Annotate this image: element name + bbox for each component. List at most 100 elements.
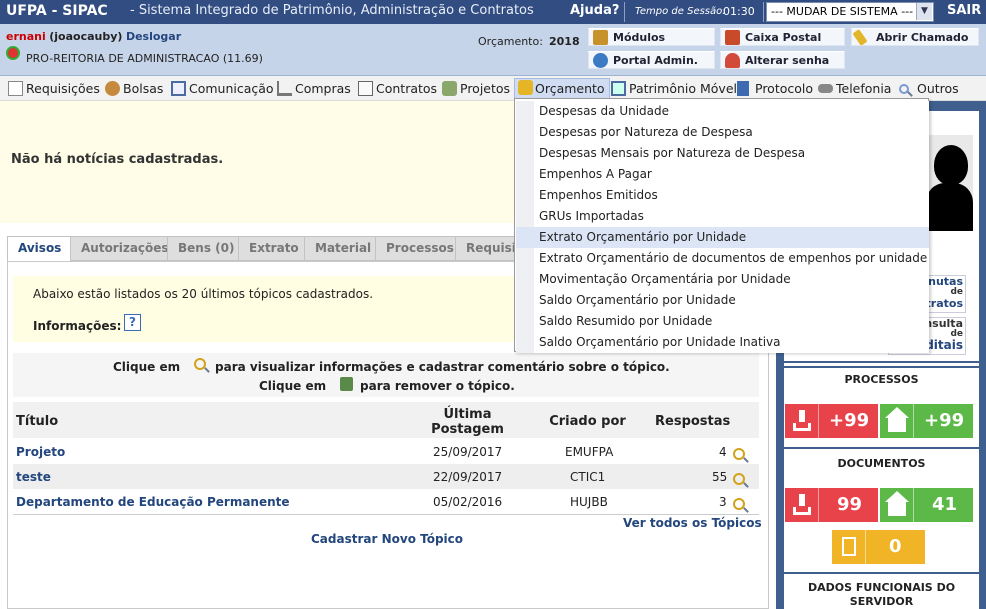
logout-button[interactable]: SAIR xyxy=(947,3,981,18)
new-topic-link[interactable]: Cadastrar Novo Tópico xyxy=(311,532,463,546)
contract-icon xyxy=(358,81,373,96)
dados-title-line-2: SERVIDOR xyxy=(849,595,914,608)
see-all-topics-link[interactable]: Ver todos os Tópicos xyxy=(623,516,762,530)
dropdown-item[interactable]: Empenhos Emitidos xyxy=(516,185,929,206)
divider xyxy=(784,572,979,574)
documentos-pending-count: 0 xyxy=(889,536,902,557)
menu-comunicacao-label: Comunicação xyxy=(189,81,274,96)
logout-link[interactable]: Deslogar xyxy=(126,30,181,43)
topic-title[interactable]: Projeto xyxy=(16,445,65,459)
dropdown-item[interactable]: Despesas por Natureza de Despesa xyxy=(516,122,929,143)
menu-comunicacao[interactable]: Comunicação xyxy=(171,80,274,97)
open-ticket-button[interactable]: Abrir Chamado xyxy=(851,28,979,46)
dropdown-item[interactable]: GRUs Importadas xyxy=(516,206,929,227)
menu-requisicoes[interactable]: Requisições xyxy=(8,80,100,97)
documentos-inbox-card[interactable]: 99 xyxy=(785,488,878,522)
menu-contratos[interactable]: Contratos xyxy=(358,80,437,97)
budget-label: Orçamento: xyxy=(478,35,543,48)
instructions-box: Clique em para visualizar informações e … xyxy=(13,353,759,397)
col-created-by: Criado por xyxy=(549,414,626,429)
wand-icon xyxy=(852,29,868,46)
computer-icon xyxy=(611,81,626,96)
dropdown-item[interactable]: Saldo Orçamentário por Unidade xyxy=(516,290,929,311)
documentos-home-card[interactable]: 41 xyxy=(880,488,973,522)
tab-material[interactable]: Material xyxy=(304,236,383,261)
system-select[interactable]: --- MUDAR DE SISTEMA --- xyxy=(766,2,934,22)
mailbox-label: Caixa Postal xyxy=(745,31,822,44)
app-name[interactable]: UFPA - SIPAC xyxy=(6,3,108,19)
documentos-pending-card[interactable]: 0 xyxy=(832,530,925,564)
help-icon[interactable]: ? xyxy=(124,314,141,331)
menu-patrimonio-label: Patrimônio Móvel xyxy=(629,81,737,96)
dropdown-item[interactable]: Despesas da Unidade xyxy=(516,101,929,122)
mail-icon xyxy=(725,30,740,45)
dropdown-item-label: Empenhos Emitidos xyxy=(539,188,658,202)
menu-patrimonio[interactable]: Patrimônio Móvel xyxy=(611,80,737,97)
dropdown-item-label: Saldo Orçamentário por Unidade Inativa xyxy=(539,335,781,349)
processos-home-card[interactable]: +99 xyxy=(880,404,973,438)
menu-telefonia[interactable]: Telefonia xyxy=(818,80,891,97)
tab-processos[interactable]: Processos xyxy=(375,236,465,261)
session-time: 01:30 xyxy=(723,5,755,18)
home-icon xyxy=(880,404,914,438)
documentos-home-count: 41 xyxy=(932,494,958,515)
mailbox-button[interactable]: Caixa Postal xyxy=(720,28,845,46)
menu-telefonia-label: Telefonia xyxy=(836,81,892,96)
topic-author: HUJBB xyxy=(570,495,608,509)
tab-extrato[interactable]: Extrato xyxy=(238,236,310,261)
tab-avisos[interactable]: Avisos xyxy=(7,236,73,262)
menu-protocolo[interactable]: Protocolo xyxy=(737,80,813,97)
chevron-down-icon[interactable]: ▼ xyxy=(916,3,932,20)
help-link[interactable]: Ajuda? xyxy=(570,3,619,18)
menu-compras[interactable]: Compras xyxy=(277,80,351,97)
cart-icon xyxy=(277,81,292,96)
col-last-post-2: Postagem xyxy=(431,422,504,437)
dropdown-item[interactable]: Movimentação Orçamentária por Unidade xyxy=(516,269,929,290)
divider xyxy=(784,447,979,449)
topic-date: 25/09/2017 xyxy=(433,445,503,459)
topic-title[interactable]: Departamento de Educação Permanente xyxy=(16,495,290,509)
modules-button[interactable]: Módulos xyxy=(588,28,715,46)
change-password-button[interactable]: Alterar senha xyxy=(720,51,845,69)
dropdown-item[interactable]: Extrato Orçamentário de documentos de em… xyxy=(516,248,929,269)
click-remove-text: para remover o tópico. xyxy=(360,379,515,393)
menu-protocolo-label: Protocolo xyxy=(755,81,814,96)
dropdown-item[interactable]: Saldo Orçamentário por Unidade Inativa xyxy=(516,332,929,353)
topic-author: CTIC1 xyxy=(570,470,606,484)
topic-title[interactable]: teste xyxy=(16,470,51,484)
menu-bolsas[interactable]: Bolsas xyxy=(105,80,163,97)
divider xyxy=(13,514,759,515)
processos-inbox-card[interactable]: +99 xyxy=(785,404,878,438)
topic-replies: 4 xyxy=(719,445,727,459)
col-replies: Respostas xyxy=(655,414,731,429)
processos-title: PROCESSOS xyxy=(844,373,919,386)
menu-outros[interactable]: Outros xyxy=(899,80,959,97)
tab-bens[interactable]: Bens (0) xyxy=(167,236,246,261)
divider xyxy=(784,366,979,368)
dropdown-item-label: GRUs Importadas xyxy=(539,209,644,223)
dropdown-item-highlighted[interactable]: Extrato Orçamentário por Unidade xyxy=(516,227,929,248)
trash-icon xyxy=(340,377,353,391)
open-ticket-label: Abrir Chamado xyxy=(876,31,969,44)
dropdown-item-label: Despesas da Unidade xyxy=(539,104,670,118)
menu-orcamento[interactable]: Orçamento xyxy=(514,78,610,100)
avatar-head xyxy=(934,145,968,185)
click-view-text: para visualizar informações e cadastrar … xyxy=(215,360,670,374)
tab-autorizacoes[interactable]: Autorizações xyxy=(70,236,180,261)
inbox-download-icon xyxy=(785,488,819,522)
dropdown-item-label: Movimentação Orçamentária por Unidade xyxy=(539,272,791,286)
admin-portal-button[interactable]: Portal Admin. xyxy=(588,51,715,69)
topic-date: 05/02/2016 xyxy=(433,495,503,509)
dados-funcionais-title: DADOS FUNCIONAIS DO SERVIDOR xyxy=(784,581,979,609)
dropdown-item[interactable]: Saldo Resumido por Unidade xyxy=(516,311,929,332)
dropdown-item[interactable]: Despesas Mensais por Natureza de Despesa xyxy=(516,143,929,164)
col-last-post-1: Última xyxy=(443,407,492,422)
people-icon xyxy=(105,81,120,96)
col-title: Título xyxy=(16,414,59,429)
dropdown-item[interactable]: Empenhos A Pagar xyxy=(516,164,929,185)
documentos-inbox-count: 99 xyxy=(837,494,863,515)
menu-projetos-label: Projetos xyxy=(460,81,511,96)
menu-projetos[interactable]: Projetos xyxy=(442,80,510,97)
tab-requisicoes[interactable]: Requisiç xyxy=(455,236,515,261)
table-row: teste 22/09/2017 CTIC1 55 xyxy=(13,464,759,489)
